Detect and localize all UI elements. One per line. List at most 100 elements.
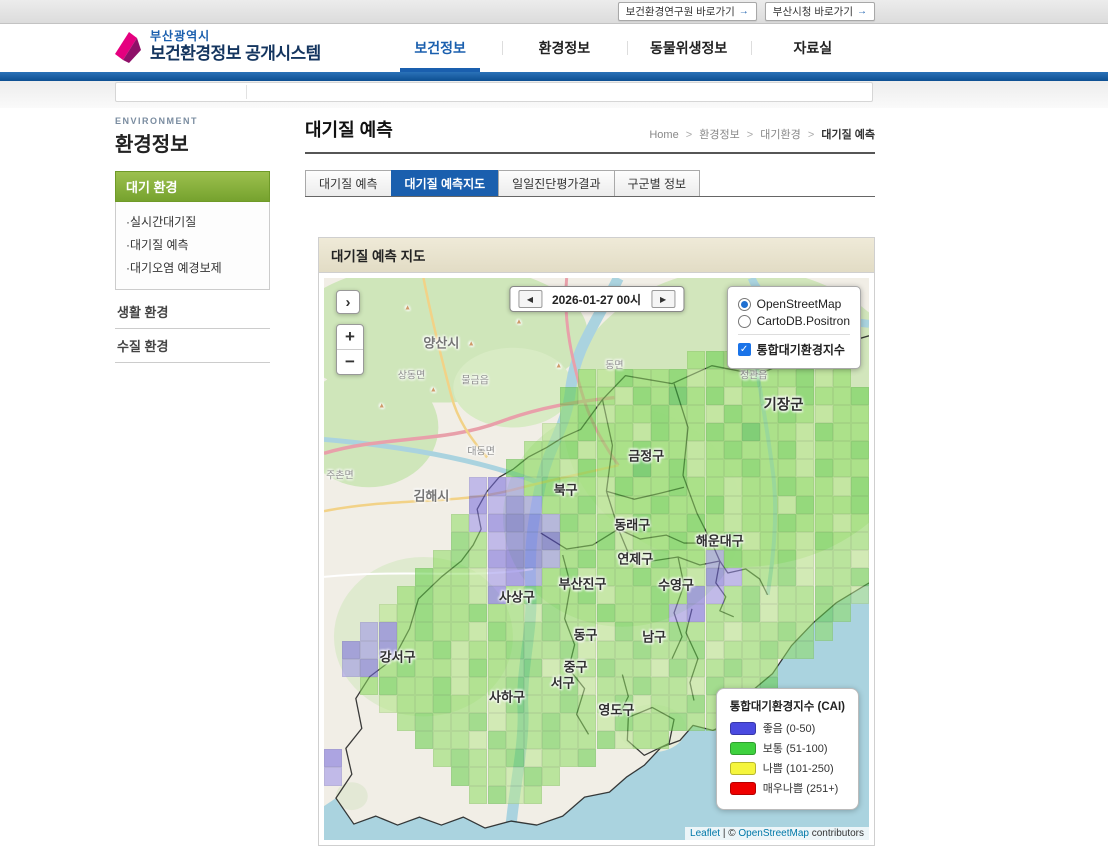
grid-cell (414, 676, 433, 695)
grid-cell (523, 785, 542, 804)
grid-cell (614, 495, 633, 514)
grid-cell (487, 713, 506, 732)
zoom-out-button[interactable]: − (337, 350, 363, 374)
grid-cell (614, 658, 633, 677)
grid-cell (814, 495, 833, 514)
busan-city-hall-link[interactable]: 부산시청 바로가기 → (764, 2, 875, 21)
grid-cell (687, 531, 706, 550)
grid-cell (414, 604, 433, 623)
prev-time-button[interactable]: ◀ (517, 290, 542, 308)
grid-cell (669, 404, 688, 424)
osm-link[interactable]: OpenStreetMap (738, 828, 809, 839)
sidebar-item-air-quality-forecast[interactable]: ·대기질 예측 (126, 233, 259, 256)
grid-cell (687, 586, 706, 605)
grid-cell (850, 549, 869, 569)
leaflet-link[interactable]: Leaflet (690, 828, 720, 839)
forecast-map-panel: 대기질 예측 지도 양산시 김해시 기장군 금정구 북구 동래구 해운대구 연제… (318, 237, 875, 846)
grid-cell (542, 713, 561, 732)
legend-label: 나쁨 (101-250) (762, 763, 834, 775)
sidebar-item-living-environment[interactable]: 생활 환경 (115, 295, 270, 329)
sidebar-title: 환경정보 (115, 134, 189, 156)
grid-cell (651, 694, 670, 714)
sidebar-item-air-pollution-alert[interactable]: ·대기오염 예경보제 (126, 256, 259, 279)
tab-forecast-map[interactable]: 대기질 예측지도 (390, 170, 500, 196)
grid-cell (487, 731, 506, 750)
grid-cell (760, 622, 779, 641)
grid-cell (850, 404, 869, 424)
grid-cell (651, 441, 670, 460)
zoom-in-button[interactable]: + (337, 325, 363, 350)
grid-cell (542, 441, 561, 460)
nav-animal-hygiene-info[interactable]: 동물위생정보 (626, 24, 751, 72)
grid-cell (560, 604, 579, 623)
grid-cell (669, 640, 688, 659)
grid-cell (669, 568, 688, 587)
sidebar-item-air-environment[interactable]: 대기 환경 (115, 171, 270, 202)
grid-cell (705, 404, 724, 424)
grid-cell (705, 604, 724, 623)
cai-legend: 통합대기환경지수 (CAI) 좋음 (0-50) 보통 (51-100) 나쁨 … (715, 688, 859, 810)
grid-cell (723, 513, 742, 532)
next-time-button[interactable]: ▶ (651, 290, 676, 308)
grid-cell (651, 513, 670, 532)
grid-cell (396, 622, 415, 641)
grid-cell (850, 441, 869, 460)
grid-cell (396, 676, 415, 695)
layer-option-cartodb-positron[interactable]: CartoDB.Positron (737, 314, 850, 328)
tab-district-info[interactable]: 구군별 정보 (613, 170, 701, 196)
grid-cell (632, 423, 651, 442)
sidebar-item-water-environment[interactable]: 수질 환경 (115, 329, 270, 363)
breadcrumb-home[interactable]: Home (649, 129, 678, 141)
grid-cell (723, 549, 742, 569)
grid-cell (778, 495, 797, 514)
grid-cell (850, 477, 869, 496)
health-env-institute-link[interactable]: 보건환경연구원 바로가기 → (617, 2, 757, 21)
grid-cell (687, 350, 706, 369)
grid-cell (542, 622, 561, 641)
grid-cell (723, 368, 742, 387)
grid-cell (614, 622, 633, 641)
grid-cell (505, 713, 524, 732)
overlay-option-cai[interactable]: ✓ 통합대기환경지수 (737, 341, 850, 358)
tab-air-quality-forecast[interactable]: 대기질 예측 (305, 170, 392, 196)
tab-daily-assessment[interactable]: 일일진단평가결과 (498, 170, 615, 196)
grid-cell (469, 513, 488, 532)
grid-cell (487, 586, 506, 605)
grid-cell (669, 549, 688, 569)
grid-cell (705, 386, 724, 405)
site-logo[interactable]: 부산광역시 보건환경정보 공개시스템 (113, 30, 321, 64)
sidebar-item-realtime-air-quality[interactable]: ·실시간대기질 (126, 210, 259, 233)
grid-cell (760, 531, 779, 550)
grid-cell (396, 694, 415, 714)
layer-option-openstreetmap[interactable]: OpenStreetMap (737, 297, 850, 311)
grid-cell (614, 459, 633, 478)
breadcrumb-environment[interactable]: 환경정보 (699, 129, 739, 141)
grid-cell (796, 477, 815, 496)
grid-cell (814, 423, 833, 442)
nav-resources[interactable]: 자료실 (750, 24, 875, 72)
leaflet-map[interactable]: 양산시 김해시 기장군 금정구 북구 동래구 해운대구 연제구 부산진구 수영구 사상구 동구 남구 강서… (324, 278, 869, 840)
grid-cell (414, 658, 433, 677)
grid-cell (741, 586, 760, 605)
grid-cell (596, 586, 615, 605)
grid-cell (578, 423, 597, 442)
breadcrumb-air[interactable]: 대기환경 (760, 129, 800, 141)
quick-bar-divider (246, 85, 247, 99)
nav-environment-info[interactable]: 환경정보 (502, 24, 626, 72)
grid-cell (414, 586, 433, 605)
grid-cell (505, 531, 524, 550)
grid-cell (760, 568, 779, 587)
grid-cell (687, 694, 706, 714)
grid-cell (651, 368, 670, 387)
datetime-control: ◀ 2026-01-27 00시 ▶ (508, 286, 685, 312)
grid-cell (414, 694, 433, 714)
sidebar-expand-button[interactable]: › (336, 290, 360, 314)
nav-health-info[interactable]: 보건정보 (378, 24, 502, 72)
grid-cell (505, 513, 524, 532)
grid-cell (596, 368, 615, 387)
legend-label: 좋음 (0-50) (762, 723, 816, 735)
grid-cell (614, 513, 633, 532)
grid-cell (451, 767, 470, 786)
checkbox-checked-icon: ✓ (737, 343, 751, 356)
grid-cell (578, 568, 597, 587)
